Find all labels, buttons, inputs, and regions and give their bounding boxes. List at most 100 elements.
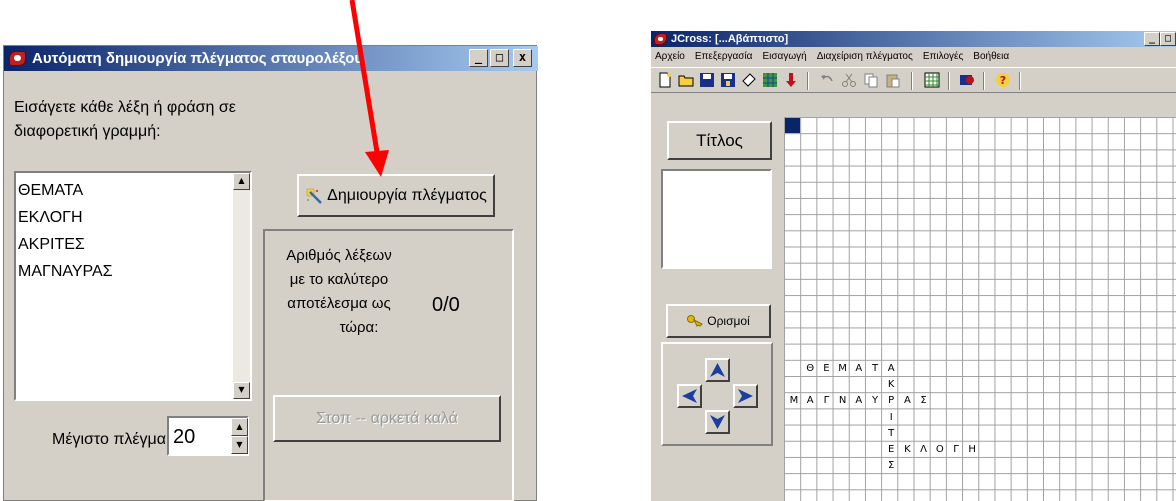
jcross-title: JCross: [...Αβάπτιστο] xyxy=(671,33,789,45)
grid-letter[interactable]: Ι xyxy=(883,410,899,426)
word-line: ΘΕΜΑΤΑ xyxy=(18,182,84,199)
grid-letter[interactable]: Ρ xyxy=(883,393,899,409)
web-export-icon[interactable] xyxy=(959,72,975,88)
grid-letter[interactable]: Α xyxy=(851,393,867,409)
count-label-line: τώρα: xyxy=(339,319,379,336)
grid-letter[interactable]: Α xyxy=(802,393,818,409)
cropped-caption: ​ xyxy=(0,0,1176,16)
prompt-line-2: διαφορετική γραμμή: xyxy=(14,123,161,140)
app-icon xyxy=(9,51,26,66)
auto-grid-dialog: Αυτόματη δημιουργία πλέγματος σταυρολέξο… xyxy=(3,45,538,501)
grid-letter[interactable]: Η xyxy=(964,442,980,458)
grid-letter[interactable]: Τ xyxy=(867,361,883,377)
key-icon xyxy=(687,315,704,327)
arrow-left-icon xyxy=(682,389,697,403)
stop-button[interactable]: Στοπ -- αρκετά καλά xyxy=(273,395,501,442)
grid-letter[interactable]: Κ xyxy=(883,377,899,393)
count-label-line: αποτέλεσμα ως xyxy=(287,295,391,312)
grid-letter[interactable]: Μ xyxy=(786,393,802,409)
grid-web-icon[interactable] xyxy=(762,72,778,88)
grid-letter[interactable]: Α xyxy=(883,361,899,377)
menu-edit[interactable]: Επεξεργασία xyxy=(695,48,753,66)
best-count-label: Αριθμός λέξεων με το καλύτερο αποτέλεσμα… xyxy=(274,244,404,340)
jcross-titlebar: JCross: [...Αβάπτιστο] _ □ xyxy=(651,31,1176,47)
generate-grid-button[interactable]: Δημιουργία πλέγματος xyxy=(297,174,495,217)
definitions-label: Ορισμοί xyxy=(707,314,750,328)
grid-letter[interactable]: Ν xyxy=(835,393,851,409)
word-line: ΕΚΛΟΓΗ xyxy=(18,209,83,226)
crossword-grid[interactable]: ΘΕΜΑΤΑΚΜΑΓΝΑΥΡΑΣΙΤΕΚΛΟΓΗΣ xyxy=(784,117,1176,501)
grid-letter[interactable]: Σ xyxy=(883,458,899,474)
help-icon[interactable]: ? xyxy=(995,72,1011,88)
definitions-button[interactable]: Ορισμοί xyxy=(666,304,771,338)
arrow-down-icon xyxy=(710,415,725,429)
title-textbox[interactable] xyxy=(661,169,772,269)
grid-letter[interactable]: Θ xyxy=(802,361,818,377)
grid-letter[interactable]: Σ xyxy=(916,393,932,409)
count-label-line: με το καλύτερο xyxy=(289,271,389,288)
max-grid-value[interactable]: 20 xyxy=(173,426,195,449)
new-file-icon[interactable] xyxy=(657,72,673,88)
menu-bar: Αρχείο Επεξεργασία Εισαγωγή Διαχείριση π… xyxy=(651,48,1009,66)
count-label-line: Αριθμός λέξεων xyxy=(286,247,392,264)
close-button[interactable]: x xyxy=(513,49,532,67)
words-scrollbar[interactable]: ▲ ▼ xyxy=(233,173,250,399)
title-button[interactable]: Τίτλος xyxy=(667,121,772,160)
generate-grid-label: Δημιουργία πλέγματος xyxy=(327,186,487,204)
menu-insert[interactable]: Εισαγωγή xyxy=(762,48,806,66)
navigation-pad xyxy=(661,342,773,446)
grid-letter[interactable]: Ε xyxy=(818,361,834,377)
words-prompt: Εισάγετε κάθε λέξη ή φράση σε διαφορετικ… xyxy=(14,96,254,144)
dialog-titlebar: Αυτόματη δημιουργία πλέγματος σταυρολέξο… xyxy=(4,46,538,71)
arrow-up-icon xyxy=(710,363,725,377)
undo-icon[interactable] xyxy=(819,72,835,88)
grid-letter[interactable]: Μ xyxy=(835,361,851,377)
save-icon[interactable] xyxy=(699,72,715,88)
menu-help[interactable]: Βοήθεια xyxy=(973,48,1009,66)
spin-up-icon[interactable]: ▲ xyxy=(231,418,248,436)
grid-letter[interactable]: Υ xyxy=(867,393,883,409)
grid-letter[interactable]: Ο xyxy=(932,442,948,458)
grid-letter[interactable]: Α xyxy=(851,361,867,377)
nav-right-button[interactable] xyxy=(733,384,758,408)
grid-letter[interactable]: Ε xyxy=(883,442,899,458)
grid-icon[interactable] xyxy=(924,72,940,88)
copy-icon[interactable] xyxy=(863,72,879,88)
minimize-button[interactable]: _ xyxy=(469,49,488,67)
nav-down-button[interactable] xyxy=(705,410,730,434)
jcross-window: JCross: [...Αβάπτιστο] _ □ Αρχείο Επεξερ… xyxy=(651,31,1176,501)
minimize-button[interactable]: _ xyxy=(1144,32,1160,46)
magic-wand-icon xyxy=(306,188,323,204)
best-count-value: 0/0 xyxy=(432,294,460,316)
menu-grid-manager[interactable]: Διαχείριση πλέγματος xyxy=(817,48,913,66)
menu-file[interactable]: Αρχείο xyxy=(655,48,685,66)
grid-letter[interactable]: Τ xyxy=(883,426,899,442)
scroll-up-icon[interactable]: ▲ xyxy=(233,173,250,190)
maximize-button[interactable]: □ xyxy=(1160,32,1176,46)
words-textarea[interactable]: ΘΕΜΑΤΑ ΕΚΛΟΓΗ ΑΚΡΙΤΕΣ ΜΑΓΝΑΥΡΑΣ ▲ ▼ xyxy=(14,171,252,401)
spin-down-icon[interactable]: ▼ xyxy=(231,436,248,454)
max-grid-stepper[interactable]: 20 ▲ ▼ xyxy=(167,416,249,456)
save-as-icon[interactable] xyxy=(720,72,736,88)
nav-up-button[interactable] xyxy=(705,358,730,382)
maximize-button[interactable]: □ xyxy=(490,49,509,67)
eraser-icon[interactable] xyxy=(741,72,757,88)
down-arrow-red-icon[interactable] xyxy=(783,72,799,88)
selected-cell[interactable] xyxy=(785,118,800,133)
nav-left-button[interactable] xyxy=(677,384,702,408)
grid-letter[interactable]: Α xyxy=(899,393,915,409)
max-grid-label: Μέγιστο πλέγμα: xyxy=(52,431,171,448)
word-line: ΜΑΓΝΑΥΡΑΣ xyxy=(18,263,113,280)
grid-letter[interactable]: Κ xyxy=(899,442,915,458)
toolbar: ? xyxy=(651,67,1176,93)
grid-letter[interactable]: Γ xyxy=(948,442,964,458)
scroll-down-icon[interactable]: ▼ xyxy=(233,382,250,399)
grid-letter[interactable]: Λ xyxy=(916,442,932,458)
open-folder-icon[interactable] xyxy=(678,72,694,88)
menu-options[interactable]: Επιλογές xyxy=(923,48,963,66)
grid-letter[interactable]: Γ xyxy=(818,393,834,409)
paste-icon[interactable] xyxy=(885,72,901,88)
svg-text:?: ? xyxy=(1000,74,1006,87)
word-line: ΑΚΡΙΤΕΣ xyxy=(18,236,85,253)
cut-icon[interactable] xyxy=(841,72,857,88)
